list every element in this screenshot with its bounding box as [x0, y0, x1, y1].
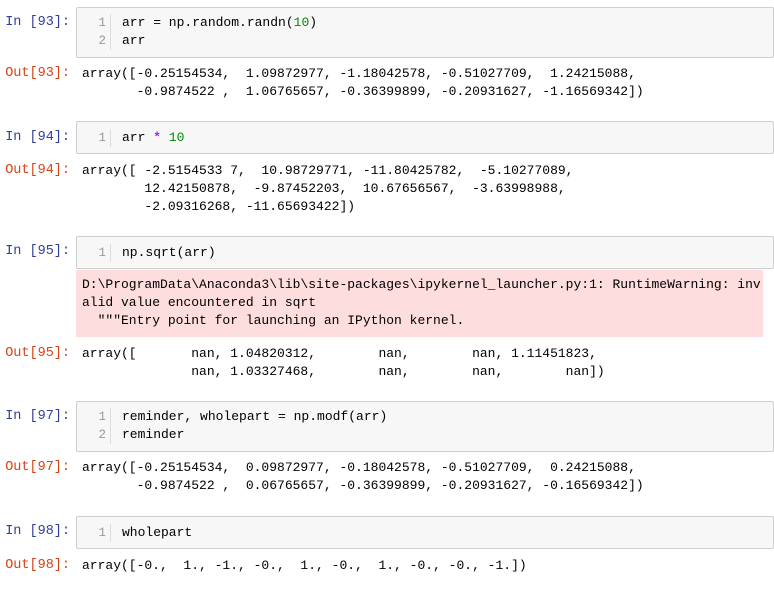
- code-line: arr: [122, 33, 146, 48]
- code-editor[interactable]: 1 arr * 10: [76, 121, 774, 154]
- output-text: array([-0.25154534, 1.09872977, -1.18042…: [82, 66, 644, 99]
- line-number: 1: [77, 408, 111, 426]
- line-number: 2: [77, 426, 111, 444]
- code-line: arr * 10: [122, 130, 185, 145]
- stderr-warning: D:\ProgramData\Anaconda3\lib\site-packag…: [76, 270, 763, 337]
- output-text: array([-0., 1., -1., -0., 1., -0., 1., -…: [82, 558, 527, 573]
- input-prompt: In [93]:: [5, 15, 70, 30]
- output-text: array([ -2.5154533 7, 10.98729771, -11.8…: [82, 163, 574, 214]
- output-text: array([ nan, 1.04820312, nan, nan, 1.114…: [82, 346, 605, 379]
- code-line: reminder: [122, 427, 185, 442]
- output-prompt: Out[98]:: [5, 558, 70, 573]
- output-prompt: Out[97]:: [5, 460, 70, 475]
- input-prompt: In [94]:: [5, 130, 70, 145]
- code-editor[interactable]: 1 np.sqrt(arr): [76, 236, 774, 269]
- code-line: np.sqrt(arr): [122, 245, 216, 260]
- input-prompt: In [95]:: [5, 244, 70, 259]
- output-prompt: Out[94]:: [5, 163, 70, 178]
- code-editor[interactable]: 1 wholepart: [76, 516, 774, 549]
- code-line: reminder, wholepart = np.modf(arr): [122, 409, 388, 424]
- code-editor[interactable]: 1 reminder, wholepart = np.modf(arr) 2 rem…: [76, 401, 774, 452]
- output-prompt: Out[93]:: [5, 66, 70, 81]
- input-prompt: In [97]:: [5, 409, 70, 424]
- line-number: 1: [77, 244, 111, 262]
- line-number: 1: [77, 14, 111, 32]
- line-number: 2: [77, 32, 111, 50]
- code-line: wholepart: [122, 525, 193, 540]
- output-prompt: Out[95]:: [5, 346, 70, 361]
- output-text: array([-0.25154534, 0.09872977, -0.18042…: [82, 460, 644, 493]
- code-line: arr = np.random.randn(10): [122, 15, 318, 30]
- code-editor[interactable]: 1 arr = np.random.randn(10) 2 arr: [76, 7, 774, 58]
- input-prompt: In [98]:: [5, 524, 70, 539]
- line-number: 1: [77, 524, 111, 542]
- line-number: 1: [77, 129, 111, 147]
